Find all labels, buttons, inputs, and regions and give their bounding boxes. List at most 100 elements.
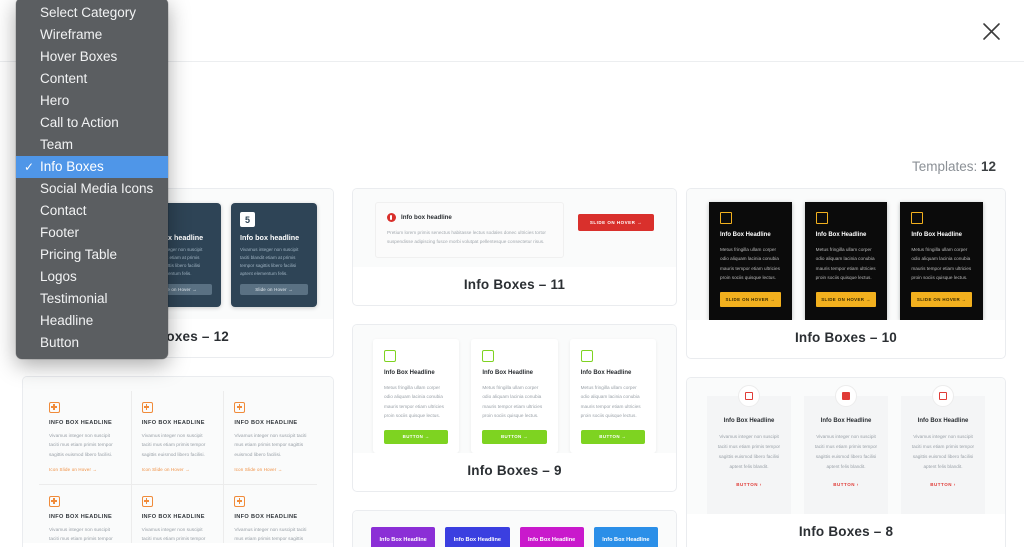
dropdown-item-label: Content <box>40 71 88 86</box>
preview-headline: Info Box Headline <box>917 418 969 424</box>
preview-headline-row: Info box headline <box>387 213 552 222</box>
dropdown-item-call-to-action[interactable]: Call to Action <box>16 112 168 134</box>
template-preview: Info Box Headline Vivamus integer non su… <box>687 378 1005 514</box>
preview-box: Info Box Headline Metus fringilla ullam … <box>709 202 792 320</box>
preview-link: Icon Slide on Hover → <box>234 467 283 473</box>
grid-column-2: Info box headline Pretium lorem primis s… <box>352 188 677 547</box>
preview-link: Icon Slide on Hover → <box>141 467 190 473</box>
template-card-info-boxes-8[interactable]: Info Box Headline Vivamus integer non su… <box>686 377 1006 547</box>
template-card-label: Info Boxes – 9 <box>467 463 562 478</box>
dropdown-item-label: Pricing Table <box>40 247 118 262</box>
template-card-label: Info Boxes – 7 <box>23 543 333 547</box>
preview-headline: Info Box Headline <box>720 232 771 238</box>
dropdown-item-label: Social Media Icons <box>40 181 154 196</box>
dropdown-item-footer[interactable]: Footer <box>16 222 168 244</box>
preview-box: Info Box Headline Vivamus integer non su… <box>901 385 985 514</box>
dropdown-item-label: Team <box>40 137 74 152</box>
grid-icon <box>815 212 828 224</box>
category-dropdown-menu[interactable]: Select Category Wireframe Hover Boxes Conte… <box>16 0 168 359</box>
preview-button: SLIDE ON HOVER → <box>815 291 877 307</box>
preview-button: Slide on Hover → <box>240 284 308 296</box>
dropdown-item-label: Info Boxes <box>40 159 104 174</box>
dropdown-item-button[interactable]: Button <box>16 332 168 354</box>
preview-box: Info Box Headline Vivamus integer non su… <box>707 385 791 514</box>
preview-cell: INFO BOX HEADLINE Vivamus integer non su… <box>39 485 132 543</box>
preview-body: Metus fringilla ullam corper odio aliqua… <box>580 385 641 419</box>
preview-box: Info Box Headline Metus fringilla ullam … <box>900 202 984 320</box>
dropdown-item-social-media-icons[interactable]: Social Media Icons <box>16 178 168 200</box>
layers-icon <box>720 212 732 224</box>
tablet-icon <box>482 350 495 362</box>
templates-count-value: 12 <box>980 159 996 174</box>
template-card-info-boxes-6[interactable]: Info Box Headline Info Box Headline Info… <box>352 510 677 547</box>
preview-headline: Info box headline <box>240 233 300 242</box>
copy-icon <box>738 385 760 407</box>
plus-square-icon <box>141 496 153 508</box>
preview-bar: Info Box Headline <box>593 527 658 547</box>
preview-body: Metus fringilla ullam corper odio aliqua… <box>482 385 543 419</box>
preview-cell: INFO BOX HEADLINE Vivamus integer non su… <box>39 391 132 486</box>
preview-headline: Info Box Headline <box>911 232 963 238</box>
preview-button: BUTTON → <box>580 429 645 444</box>
template-card-info-boxes-9[interactable]: Info Box Headline Metus fringilla ullam … <box>352 324 677 492</box>
template-preview: Info Box Headline Metus fringilla ullam … <box>687 189 1005 320</box>
preview-button: BUTTON → <box>482 429 547 444</box>
preview-headline: INFO BOX HEADLINE <box>234 420 298 426</box>
dropdown-item-info-boxes[interactable]: ✓ Info Boxes <box>16 156 168 178</box>
dropdown-item-content[interactable]: Content <box>16 68 168 90</box>
template-card-label: Info Boxes – 10 <box>794 330 898 345</box>
template-preview: Info box headline Pretium lorem primis s… <box>353 189 676 267</box>
dropdown-item-label: Hover Boxes <box>40 49 118 64</box>
close-icon[interactable] <box>974 14 1008 48</box>
preview-bar: Info Box Headline <box>519 527 584 547</box>
dropdown-item-label: Footer <box>40 225 80 240</box>
preview-headline: INFO BOX HEADLINE <box>49 514 113 521</box>
dropdown-item-select-category[interactable]: Select Category <box>16 2 168 24</box>
dropdown-item-headline[interactable]: Headline <box>16 310 168 332</box>
dropdown-item-pricing-table[interactable]: Pricing Table <box>16 244 168 266</box>
preview-grid: INFO BOX HEADLINE Vivamus integer non su… <box>39 391 317 543</box>
preview-box: 5 Info box headline Vivamus integer non … <box>231 203 317 307</box>
preview-headline: INFO BOX HEADLINE <box>234 514 298 521</box>
preview-body: Metus fringilla ullam corper odio aliqua… <box>815 247 876 281</box>
mobile-icon <box>580 350 593 362</box>
preview-body: Metus fringilla ullam corper odio aliqua… <box>911 247 972 281</box>
template-card-info-boxes-11[interactable]: Info box headline Pretium lorem primis s… <box>352 188 677 306</box>
dropdown-item-team[interactable]: Team <box>16 134 168 156</box>
preview-body: Vivamus integer non suscipit taciti mus … <box>141 528 206 543</box>
preview-headline: Info Box Headline <box>580 370 632 376</box>
dropdown-item-contact[interactable]: Contact <box>16 200 168 222</box>
dropdown-item-label: Wireframe <box>40 27 103 42</box>
dropdown-item-logos[interactable]: Logos <box>16 266 168 288</box>
preview-button: SLIDE ON HOVER → <box>720 291 781 307</box>
copy-filled-icon <box>835 385 857 407</box>
preview-body: Vivamus integer non suscipit taciti mus … <box>234 434 307 458</box>
template-library-modal: mplates Templates: 12 5 Info box headlin… <box>0 0 1024 547</box>
template-preview: INFO BOX HEADLINE Vivamus integer non su… <box>23 377 333 543</box>
preview-headline: Info Box Headline <box>482 370 533 376</box>
template-card-info-boxes-10[interactable]: Info Box Headline Metus fringilla ullam … <box>686 188 1006 359</box>
template-preview: Info Box Headline Info Box Headline Info… <box>353 511 676 547</box>
preview-box: Info Box Headline Metus fringilla ullam … <box>569 339 656 453</box>
dropdown-item-label: Logos <box>40 269 77 284</box>
preview-body: Vivamus integer non suscipit taciti mus … <box>814 434 878 469</box>
preview-bar: Info Box Headline <box>445 527 510 547</box>
preview-headline: Info Box Headline <box>384 370 435 376</box>
dropdown-item-wireframe[interactable]: Wireframe <box>16 24 168 46</box>
preview-body: Vivamus integer non suscipit taciti mus … <box>911 434 975 469</box>
preview-body: Metus fringilla ullam corper odio aliqua… <box>384 385 444 419</box>
preview-headline: INFO BOX HEADLINE <box>141 420 205 426</box>
dropdown-item-hero[interactable]: Hero <box>16 90 168 112</box>
plus-square-icon <box>49 496 60 508</box>
preview-headline: Info Box Headline <box>820 418 872 424</box>
server-icon <box>911 212 924 224</box>
template-card-info-boxes-7[interactable]: INFO BOX HEADLINE Vivamus integer non su… <box>22 376 334 547</box>
dropdown-item-label: Contact <box>40 203 87 218</box>
preview-cell: INFO BOX HEADLINE Vivamus integer non su… <box>131 391 225 486</box>
dropdown-item-hover-boxes[interactable]: Hover Boxes <box>16 46 168 68</box>
preview-body: Vivamus integer non suscipit taciti mus … <box>717 434 781 469</box>
dropdown-item-testimonial[interactable]: Testimonial <box>16 288 168 310</box>
preview-body: Vivamus integer non suscipit taciti mus … <box>49 528 113 543</box>
preview-body: Vivamus integer non suscipit taciti mus … <box>234 528 307 543</box>
preview-headline: INFO BOX HEADLINE <box>141 514 205 521</box>
